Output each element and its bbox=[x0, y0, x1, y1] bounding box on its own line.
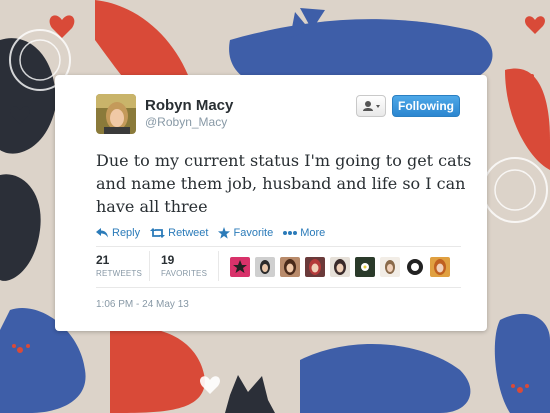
tweet-timestamp[interactable]: 1:06 PM - 24 May 13 bbox=[96, 299, 189, 310]
star-icon bbox=[218, 227, 231, 239]
favorites-label: FAVORITES bbox=[161, 269, 208, 278]
reply-action[interactable]: Reply bbox=[96, 227, 140, 239]
favoriter-avatar[interactable] bbox=[230, 257, 250, 277]
more-dots-icon bbox=[283, 231, 298, 235]
retweet-icon bbox=[150, 228, 166, 238]
favoriter-avatar[interactable] bbox=[430, 257, 450, 277]
stats-top-divider bbox=[96, 246, 461, 247]
favoriter-avatar[interactable] bbox=[355, 257, 375, 277]
author-avatar[interactable] bbox=[96, 94, 136, 134]
favorite-label: Favorite bbox=[233, 227, 274, 239]
author-name[interactable]: Robyn Macy bbox=[145, 97, 233, 114]
person-dropdown-icon bbox=[363, 101, 380, 111]
reply-label: Reply bbox=[112, 227, 141, 239]
favoriter-avatar[interactable] bbox=[305, 257, 325, 277]
tweet-card: Robyn Macy @Robyn_Macy Following Due to … bbox=[55, 75, 487, 331]
favoriter-avatar[interactable] bbox=[330, 257, 350, 277]
retweets-count: 21 bbox=[96, 253, 110, 267]
retweets-stat[interactable]: 21 RETWEETS bbox=[96, 253, 142, 278]
tweet-actions: Reply Retweet Favorite More bbox=[96, 225, 335, 241]
more-action[interactable]: More bbox=[283, 227, 325, 239]
user-actions-button[interactable] bbox=[356, 95, 386, 117]
favoriter-avatars bbox=[230, 257, 455, 277]
favoriter-avatar[interactable] bbox=[255, 257, 275, 277]
tweet-text: Due to my current status I'm going to ge… bbox=[96, 151, 472, 216]
stats-separator-2 bbox=[218, 251, 219, 281]
retweets-label: RETWEETS bbox=[96, 269, 143, 278]
favorites-stat[interactable]: 19 FAVORITES bbox=[161, 253, 207, 278]
retweet-action[interactable]: Retweet bbox=[150, 227, 208, 239]
favoriter-avatar[interactable] bbox=[280, 257, 300, 277]
favorites-count: 19 bbox=[161, 253, 175, 267]
favorite-action[interactable]: Favorite bbox=[218, 227, 273, 239]
reply-icon bbox=[96, 228, 108, 238]
favoriter-avatar[interactable] bbox=[380, 257, 400, 277]
retweet-label: Retweet bbox=[168, 227, 209, 239]
stats-separator bbox=[149, 251, 150, 281]
favoriter-avatar[interactable] bbox=[405, 257, 425, 277]
following-button[interactable]: Following bbox=[392, 95, 460, 117]
more-label: More bbox=[300, 227, 326, 239]
stats-bottom-divider bbox=[96, 287, 461, 288]
author-handle[interactable]: @Robyn_Macy bbox=[145, 115, 227, 129]
